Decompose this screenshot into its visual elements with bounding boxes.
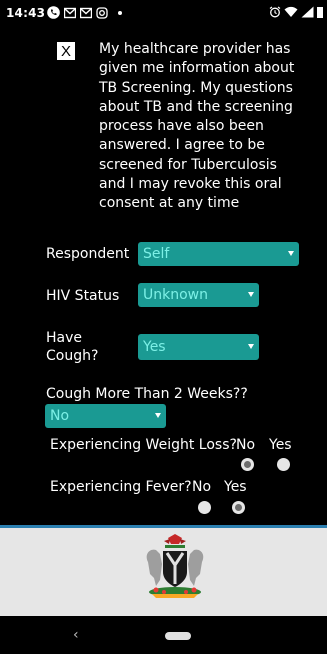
have-cough-label: Have Cough?: [46, 330, 99, 364]
status-bar: 14:43: [0, 0, 327, 28]
have-cough-value: Yes: [143, 339, 166, 355]
back-button[interactable]: ‹: [73, 627, 79, 643]
cough-duration-select[interactable]: No: [45, 404, 166, 428]
fever-yes-label: Yes: [224, 479, 247, 495]
signal-icon: [301, 6, 314, 18]
screen: 14:43 X My healthcare provider has given…: [0, 0, 327, 654]
dot-icon: [118, 10, 122, 15]
consent-section: X My healthcare provider has given me in…: [57, 40, 297, 211]
hiv-status-value: Unknown: [143, 287, 208, 303]
weight-loss-no-label: No: [236, 437, 256, 453]
system-nav-bar: [0, 616, 327, 654]
respondent-label: Respondent: [46, 246, 130, 262]
hiv-status-select[interactable]: Unknown: [138, 283, 259, 307]
chevron-down-icon: [248, 344, 254, 349]
cough-duration-label: Cough More Than 2 Weeks??: [46, 386, 248, 402]
mail-icon: [64, 7, 76, 18]
hiv-status-label: HIV Status: [46, 288, 120, 304]
chevron-down-icon: [248, 292, 254, 297]
fever-label: Experiencing Fever?: [50, 479, 192, 495]
battery-icon: [317, 7, 323, 18]
fever-yes-radio[interactable]: [232, 501, 245, 514]
cough-duration-value: No: [50, 408, 70, 424]
mail-icon: [80, 7, 92, 18]
weight-loss-yes-radio[interactable]: [277, 458, 290, 471]
weight-loss-yes-label: Yes: [269, 437, 292, 453]
respondent-select[interactable]: Self: [138, 242, 299, 266]
home-button[interactable]: [165, 632, 191, 640]
respondent-value: Self: [143, 246, 170, 262]
weight-loss-no-radio[interactable]: [241, 458, 254, 471]
chevron-down-icon: [155, 413, 161, 418]
consent-checkbox[interactable]: X: [57, 42, 75, 60]
status-notification-icons: [47, 6, 122, 19]
have-cough-select[interactable]: Yes: [138, 334, 259, 360]
coat-of-arms-icon: [146, 534, 204, 598]
consent-text: My healthcare provider has given me info…: [99, 41, 295, 212]
chevron-down-icon: [288, 251, 294, 256]
weight-loss-label: Experiencing Weight Loss?: [50, 437, 237, 453]
fever-no-radio[interactable]: [198, 501, 211, 514]
instagram-icon: [96, 6, 108, 19]
status-time: 14:43: [6, 6, 46, 20]
alarm-icon: [269, 6, 281, 18]
phone-icon: [47, 6, 60, 19]
wifi-icon: [284, 6, 298, 17]
status-system-icons: [269, 6, 323, 18]
fever-no-label: No: [192, 479, 212, 495]
